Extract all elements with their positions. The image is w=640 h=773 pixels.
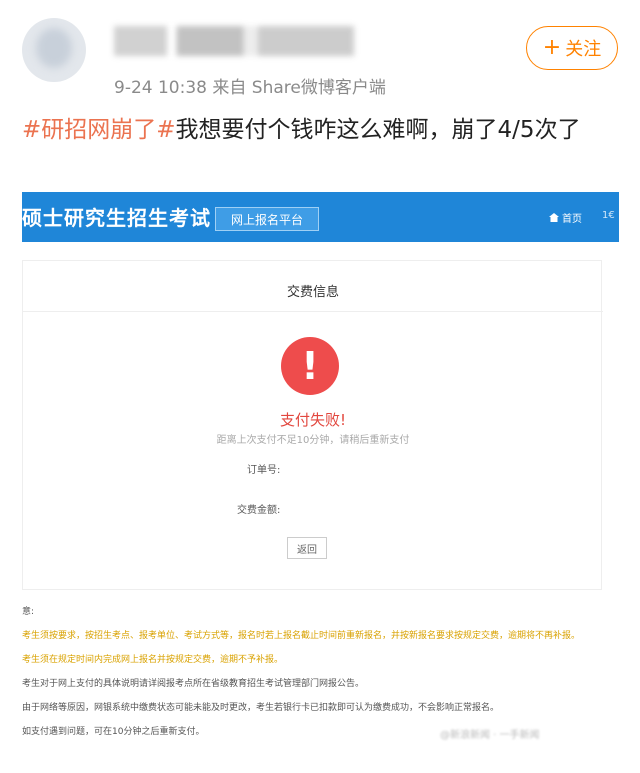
- header-extra: 1€: [602, 210, 615, 221]
- payment-info-card: 交费信息 ! 支付失败! 距离上次支付不足10分钟，请稍后重新支付 订单号: 交…: [22, 260, 603, 590]
- username-blurred[interactable]: [114, 26, 354, 56]
- post-text: #研招网崩了#我想要付个钱咋这么难啊，崩了4/5次了: [22, 112, 622, 148]
- site-title: 硕士研究生招生考试: [22, 206, 211, 230]
- notice-line: 考生须按要求，按招生考点、报考单位、考试方式等，报名时若上报名截止时间前重新报名…: [22, 631, 581, 641]
- return-button: 返回: [287, 537, 327, 559]
- post-meta: 9-24 10:38 来自 Share微博客户端: [114, 78, 386, 98]
- follow-label: 关注: [565, 39, 602, 60]
- home-link: 首页: [549, 210, 582, 225]
- card-title: 交费信息: [286, 285, 339, 300]
- notice-line: 考生对于网上支付的具体说明请详阅报考点所在省级教育招生考试管理部门网报公告。: [22, 679, 365, 689]
- post-body: 我想要付个钱咋这么难啊，崩了4/5次了: [175, 117, 581, 143]
- home-label: 首页: [562, 214, 582, 225]
- home-icon: [549, 213, 559, 222]
- register-platform-button: 网上报名平台: [215, 207, 319, 231]
- plus-icon: +: [542, 35, 562, 60]
- notice-line: 考生须在规定时间内完成网上报名并按规定交费，逾期不予补报。: [22, 655, 284, 665]
- order-number-label: 订单号:: [247, 465, 281, 476]
- payment-failed-text: 支付失败!: [279, 411, 346, 429]
- watermark: @新浪新闻 · 一手新闻: [440, 730, 540, 741]
- notice-line: 由于网络等原因，网银系统中缴费状态可能未能及时更改，考生若银行卡已扣款即可认为缴…: [22, 703, 500, 713]
- follow-button[interactable]: + 关注: [526, 26, 618, 70]
- site-header: 硕士研究生招生考试 网上报名平台 首页 1€: [22, 192, 619, 242]
- post-image[interactable]: 硕士研究生招生考试 网上报名平台 首页 1€ 交费信息 ! 支付失败! 距离上次…: [22, 192, 619, 768]
- payment-amount-label: 交费金额:: [237, 505, 281, 516]
- divider: [23, 311, 603, 312]
- notice-section: 意: 考生须按要求，按招生考点、报考单位、考试方式等，报名时若上报名截止时间前重…: [22, 600, 619, 744]
- avatar[interactable]: [22, 18, 86, 82]
- error-icon: !: [281, 337, 339, 395]
- hashtag-link[interactable]: #研招网崩了#: [22, 117, 176, 143]
- notice-heading: 意:: [22, 607, 35, 617]
- retry-hint: 距离上次支付不足10分钟，请稍后重新支付: [216, 435, 410, 446]
